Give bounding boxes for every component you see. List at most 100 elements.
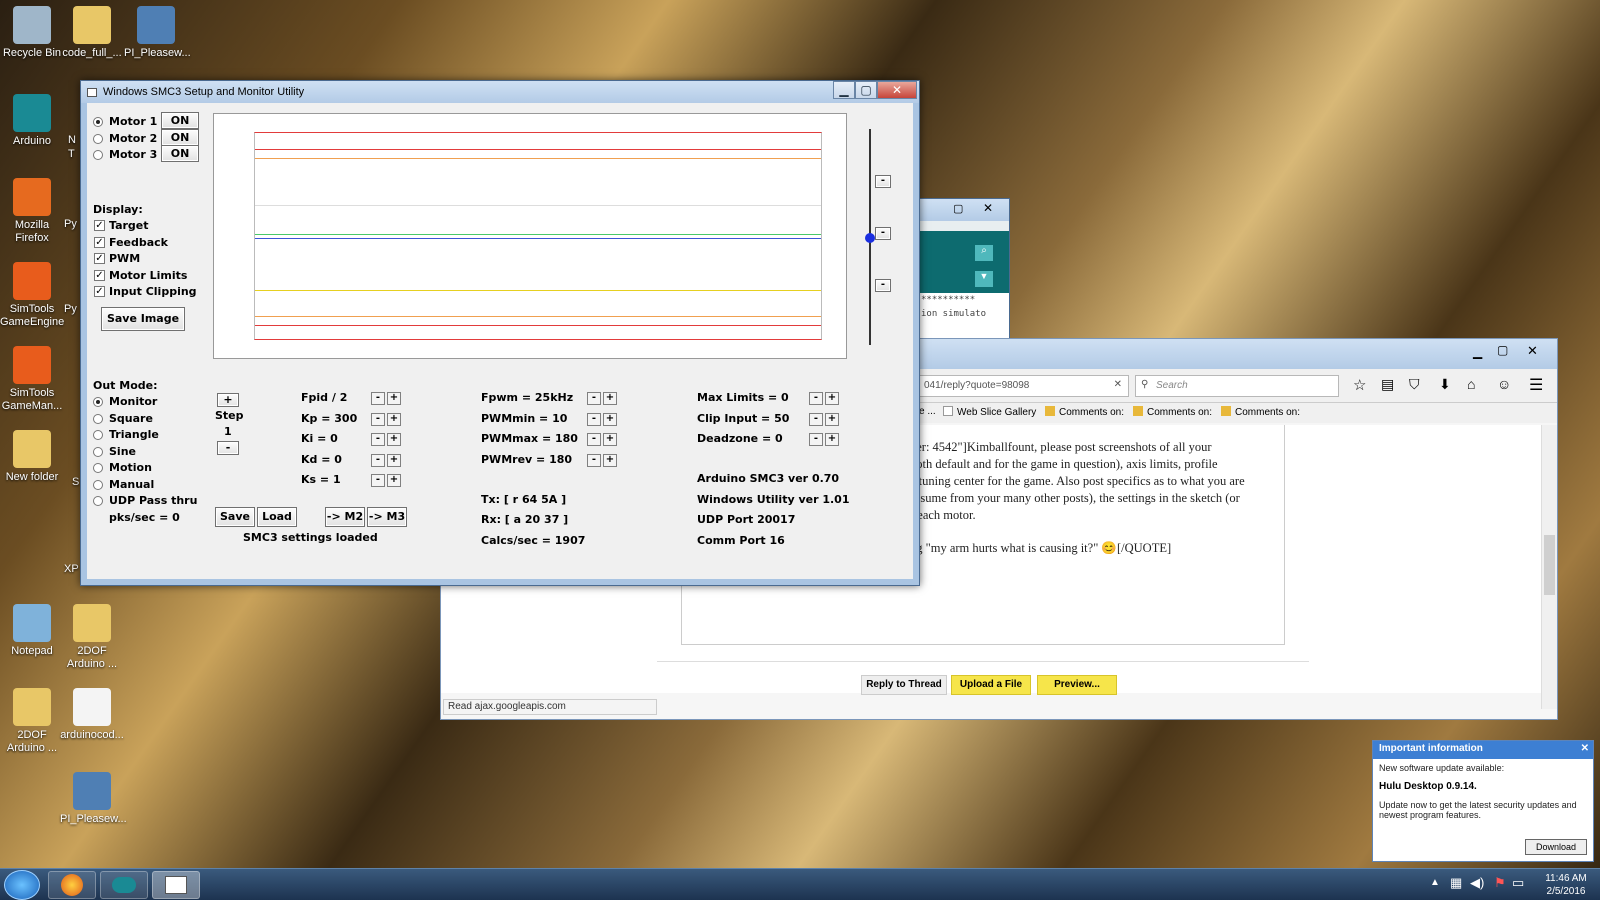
smc3-window[interactable]: Windows SMC3 Setup and Monitor Utility ▁… bbox=[80, 80, 920, 586]
minimize-icon[interactable]: ▁ bbox=[1473, 345, 1482, 359]
bookmark-item[interactable]: Comments on: bbox=[1133, 406, 1212, 418]
serial-monitor-icon[interactable]: ⌕ bbox=[975, 245, 993, 261]
minimize-button[interactable]: ▁ bbox=[833, 81, 855, 99]
display-motor-limits-checkbox[interactable]: ✓ bbox=[94, 269, 105, 281]
limits-increment-button[interactable]: + bbox=[825, 412, 839, 426]
desktop-icon[interactable]: Notepad bbox=[0, 604, 64, 658]
pid-decrement-button[interactable]: - bbox=[371, 474, 385, 487]
close-icon[interactable]: ✕ bbox=[1581, 743, 1589, 754]
pwm-decrement-button[interactable]: - bbox=[587, 392, 601, 405]
url-bar[interactable]: 041/reply?quote=98098 ✕ bbox=[919, 375, 1129, 397]
motor-1-radio[interactable] bbox=[93, 117, 103, 127]
load-button[interactable]: Load bbox=[257, 507, 297, 527]
motor-1-on-button[interactable]: ON bbox=[161, 112, 199, 129]
desktop-icon[interactable]: PI_Pleasew... bbox=[60, 772, 127, 826]
save-image-button[interactable]: Save Image bbox=[101, 307, 185, 331]
taskbar-smc3[interactable] bbox=[152, 871, 200, 899]
slider-thumb[interactable] bbox=[865, 233, 875, 243]
volume-icon[interactable]: ◀) bbox=[1470, 875, 1484, 891]
display-input-clipping-checkbox[interactable]: ✓ bbox=[94, 286, 105, 297]
pid-decrement-button[interactable]: - bbox=[371, 433, 385, 446]
bookmark-item[interactable]: e ... bbox=[919, 406, 936, 417]
network-icon[interactable]: ▦ bbox=[1450, 875, 1462, 891]
out-mode-manual-radio[interactable] bbox=[93, 479, 103, 490]
pwm-decrement-button[interactable]: - bbox=[587, 453, 601, 467]
pwm-decrement-button[interactable]: - bbox=[587, 433, 601, 446]
home-icon[interactable]: ⌂ bbox=[1467, 376, 1475, 392]
display-target-checkbox[interactable]: ✓ bbox=[94, 220, 105, 231]
copy-to-m3-button[interactable]: -> M3 bbox=[367, 507, 407, 527]
desktop-icon[interactable]: New folder bbox=[0, 430, 64, 484]
pwm-increment-button[interactable]: + bbox=[603, 433, 617, 446]
slider-step-button[interactable]: - bbox=[875, 175, 891, 188]
out-mode-monitor-radio[interactable] bbox=[93, 397, 103, 407]
desktop-icon[interactable]: 2DOF Arduino ... bbox=[60, 604, 124, 671]
save-button[interactable]: Save bbox=[215, 507, 255, 527]
pid-increment-button[interactable]: + bbox=[387, 474, 401, 487]
restore-icon[interactable]: ▢ bbox=[953, 202, 963, 215]
start-button[interactable] bbox=[4, 870, 40, 900]
reading-list-icon[interactable]: ▤ bbox=[1381, 376, 1394, 393]
taskbar-arduino[interactable] bbox=[100, 871, 148, 899]
pid-increment-button[interactable]: + bbox=[387, 433, 401, 446]
pid-increment-button[interactable]: + bbox=[387, 392, 401, 405]
out-mode-triangle-radio[interactable] bbox=[93, 430, 103, 440]
pwm-decrement-button[interactable]: - bbox=[587, 412, 601, 426]
copy-to-m2-button[interactable]: -> M2 bbox=[325, 507, 365, 527]
limits-increment-button[interactable]: + bbox=[825, 433, 839, 446]
taskbar-firefox[interactable] bbox=[48, 871, 96, 899]
step-plus-button[interactable]: + bbox=[217, 393, 239, 407]
motor-3-radio[interactable] bbox=[93, 150, 103, 160]
out-mode-motion-radio[interactable] bbox=[93, 463, 103, 473]
pid-decrement-button[interactable]: - bbox=[371, 412, 385, 426]
preview-button[interactable]: Preview... bbox=[1037, 675, 1117, 695]
dropdown-icon[interactable]: ▼ bbox=[975, 271, 993, 287]
limits-decrement-button[interactable]: - bbox=[809, 412, 823, 426]
out-mode-square-radio[interactable] bbox=[93, 413, 103, 424]
pid-increment-button[interactable]: + bbox=[387, 453, 401, 467]
arduino-ide-window[interactable]: ▢ ✕ ⌕ ▼ ********** ion simulato bbox=[918, 198, 1010, 339]
upload-file-button[interactable]: Upload a File bbox=[951, 675, 1031, 695]
download-icon[interactable]: ⬇ bbox=[1439, 376, 1451, 393]
show-hidden-icons[interactable]: ▲ bbox=[1430, 877, 1440, 888]
pid-decrement-button[interactable]: - bbox=[371, 453, 385, 467]
motor-2-radio[interactable] bbox=[93, 133, 103, 144]
menu-icon[interactable]: ☰ bbox=[1529, 375, 1543, 395]
pwm-increment-button[interactable]: + bbox=[603, 412, 617, 426]
step-minus-button[interactable]: - bbox=[217, 441, 239, 455]
desktop-icon[interactable]: SimTools GameEngine bbox=[0, 262, 64, 329]
star-icon[interactable]: ☆ bbox=[1353, 376, 1366, 394]
desktop-icon[interactable]: 2DOF Arduino ... bbox=[0, 688, 64, 755]
pid-decrement-button[interactable]: - bbox=[371, 392, 385, 405]
display-feedback-checkbox[interactable]: ✓ bbox=[94, 236, 105, 248]
clear-icon[interactable]: ✕ bbox=[1114, 379, 1122, 390]
out-mode-udp-pass-thru-radio[interactable] bbox=[93, 496, 103, 506]
scrollbar[interactable] bbox=[1541, 425, 1557, 709]
download-button[interactable]: Download bbox=[1525, 839, 1587, 855]
update-notification[interactable]: Important information ✕ New software upd… bbox=[1372, 740, 1594, 862]
maximize-icon[interactable]: ▢ bbox=[1497, 343, 1508, 357]
desktop-icon[interactable]: PI_Pleasew... bbox=[124, 6, 191, 60]
pocket-icon[interactable]: ⛉ bbox=[1409, 376, 1420, 393]
motor-2-on-button[interactable]: ON bbox=[161, 128, 199, 146]
display-icon[interactable]: ▭ bbox=[1512, 875, 1524, 891]
chat-icon[interactable]: ☺ bbox=[1497, 376, 1511, 392]
clock[interactable]: 11:46 AM 2/5/2016 bbox=[1538, 872, 1594, 898]
desktop-icon[interactable]: SimTools GameMan... bbox=[0, 346, 64, 413]
limits-decrement-button[interactable]: - bbox=[809, 392, 823, 405]
slider-step-button[interactable]: - bbox=[875, 227, 891, 240]
limits-decrement-button[interactable]: - bbox=[809, 433, 823, 446]
close-icon[interactable]: ✕ bbox=[983, 201, 993, 215]
flag-icon[interactable]: ⚑ bbox=[1494, 875, 1506, 891]
pwm-increment-button[interactable]: + bbox=[603, 453, 617, 467]
limits-increment-button[interactable]: + bbox=[825, 392, 839, 405]
reply-to-thread-button[interactable]: Reply to Thread bbox=[861, 675, 947, 695]
maximize-button[interactable]: ▢ bbox=[855, 81, 877, 99]
pid-increment-button[interactable]: + bbox=[387, 412, 401, 426]
slider-step-button[interactable]: - bbox=[875, 279, 891, 292]
pwm-increment-button[interactable]: + bbox=[603, 392, 617, 405]
bookmark-item[interactable]: Comments on: bbox=[1045, 406, 1124, 418]
search-input[interactable]: ⚲ Search bbox=[1135, 375, 1339, 397]
desktop-icon[interactable]: code_full_... bbox=[60, 6, 124, 60]
desktop-icon[interactable]: Recycle Bin bbox=[0, 6, 64, 60]
